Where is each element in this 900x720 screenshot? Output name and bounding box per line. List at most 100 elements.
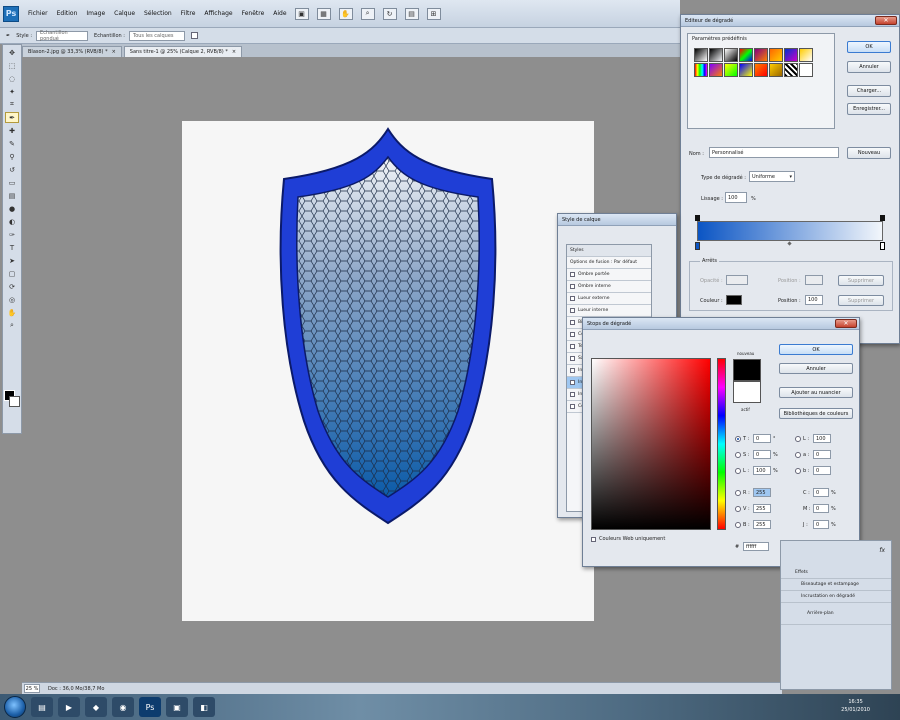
saturation-brightness-field[interactable]: [591, 358, 711, 530]
name-input[interactable]: Personnalisé: [709, 147, 839, 158]
cancel-button[interactable]: Annuler: [779, 363, 853, 374]
style-item[interactable]: Ombre portée: [567, 269, 651, 281]
ok-button[interactable]: OK: [779, 344, 853, 355]
red-input[interactable]: 255: [753, 488, 771, 497]
menu-edition[interactable]: Edition: [57, 10, 78, 17]
blur-tool-icon[interactable]: ●: [5, 203, 19, 214]
eyedropper-icon[interactable]: ✒: [6, 33, 10, 39]
close-icon[interactable]: ✕: [875, 16, 897, 25]
zoom-field[interactable]: 25 %: [24, 684, 40, 693]
checkbox[interactable]: [570, 380, 575, 385]
checkbox[interactable]: [570, 368, 575, 373]
midpoint-marker[interactable]: [787, 241, 792, 246]
gradient-preset[interactable]: [784, 48, 798, 62]
gradient-preset[interactable]: [709, 63, 723, 77]
green-input[interactable]: 255: [753, 504, 771, 513]
lab-a-input[interactable]: 0: [813, 450, 831, 459]
add-swatch-button[interactable]: Ajouter au nuancier: [779, 387, 853, 398]
menu-filtre[interactable]: Filtre: [181, 10, 196, 17]
eraser-tool-icon[interactable]: ▭: [5, 177, 19, 188]
brightness-input[interactable]: 100: [753, 466, 771, 475]
cancel-button[interactable]: Annuler: [847, 61, 891, 73]
checkbox[interactable]: [570, 284, 575, 289]
crop-tool-icon[interactable]: ⌗: [5, 99, 19, 110]
gradient-preset[interactable]: [769, 48, 783, 62]
gradient-preset[interactable]: [754, 48, 768, 62]
gradient-preset[interactable]: [694, 63, 708, 77]
current-color-preview[interactable]: [733, 381, 761, 403]
sample-ring-checkbox[interactable]: [191, 32, 198, 39]
close-icon[interactable]: ×: [232, 49, 236, 55]
path-select-icon[interactable]: ➤: [5, 255, 19, 266]
blue-input[interactable]: 255: [753, 520, 771, 529]
style-item[interactable]: Ombre interne: [567, 281, 651, 293]
tab-blason[interactable]: Blason-2.jpg @ 33,3% (RVB/8) * ×: [22, 46, 122, 57]
ok-button[interactable]: OK: [847, 41, 891, 53]
gradient-preset[interactable]: [739, 48, 753, 62]
media-player-icon[interactable]: ▶: [58, 697, 80, 717]
yellow-input[interactable]: 0: [813, 520, 829, 529]
healing-brush-icon[interactable]: ✚: [5, 125, 19, 136]
hue-input[interactable]: 0: [753, 434, 771, 443]
menu-image[interactable]: Image: [86, 10, 105, 17]
style-select[interactable]: Echantillon pondué: [36, 30, 89, 42]
photoshop-logo[interactable]: Ps: [3, 5, 19, 22]
checkbox[interactable]: [570, 272, 575, 277]
folder-icon[interactable]: ▤: [31, 697, 53, 717]
magenta-input[interactable]: 0: [813, 504, 829, 513]
photoshop-icon[interactable]: Ps: [139, 697, 161, 717]
color-libraries-button[interactable]: Bibliothèques de couleurs: [779, 408, 853, 419]
color-pos-input[interactable]: 100: [805, 295, 823, 305]
lab-b-radio[interactable]: [795, 467, 801, 474]
gradient-bar[interactable]: [697, 221, 883, 241]
cyan-input[interactable]: 0: [813, 488, 829, 497]
eyedropper-tool-icon[interactable]: ✒: [5, 112, 19, 123]
red-radio[interactable]: [735, 489, 741, 496]
chrome-icon[interactable]: ◉: [112, 697, 134, 717]
clone-stamp-icon[interactable]: ⚲: [5, 151, 19, 162]
brush-tool-icon[interactable]: ✎: [5, 138, 19, 149]
shield-icon[interactable]: ◆: [85, 697, 107, 717]
menu-fichier[interactable]: Fichier: [28, 10, 48, 17]
layer-row[interactable]: Incrustation en dégradé: [781, 591, 891, 603]
gradient-preset[interactable]: [769, 63, 783, 77]
smooth-input[interactable]: 100: [725, 192, 747, 203]
start-button-icon[interactable]: [4, 696, 26, 718]
fx-icon[interactable]: fx: [879, 547, 885, 554]
layer-row-background[interactable]: Arrière-plan: [781, 603, 891, 625]
web-only-checkbox[interactable]: [591, 536, 596, 542]
bridge-icon[interactable]: ▣: [294, 7, 309, 20]
close-icon[interactable]: ✕: [835, 319, 857, 328]
menu-aide[interactable]: Aide: [273, 10, 286, 17]
lab-l-radio[interactable]: [795, 435, 801, 442]
blend-options-item[interactable]: Options de fusion : Par défaut: [567, 257, 651, 269]
checkbox[interactable]: [570, 356, 575, 361]
hue-radio[interactable]: [735, 435, 741, 442]
styles-header[interactable]: Styles: [567, 245, 651, 257]
minibridge-icon[interactable]: ▦: [316, 7, 331, 20]
gradient-preset[interactable]: [694, 48, 708, 62]
gradient-preset[interactable]: [739, 63, 753, 77]
saturation-radio[interactable]: [735, 451, 741, 458]
type-tool-icon[interactable]: T: [5, 242, 19, 253]
gradient-tool-icon[interactable]: ▤: [5, 190, 19, 201]
document-canvas[interactable]: [182, 121, 594, 621]
clock[interactable]: 16:35 25/01/2010: [841, 698, 870, 714]
history-brush-icon[interactable]: ↺: [5, 164, 19, 175]
menu-calque[interactable]: Calque: [114, 10, 135, 17]
gradient-preset[interactable]: [799, 48, 813, 62]
layer-row[interactable]: Effets: [781, 567, 891, 579]
gradient-preset[interactable]: [784, 63, 798, 77]
marquee-tool-icon[interactable]: ⬚: [5, 60, 19, 71]
3d-camera-icon[interactable]: ◎: [5, 294, 19, 305]
background-color-swatch[interactable]: [9, 396, 20, 407]
style-item[interactable]: Lueur interne: [567, 305, 651, 317]
zoom-tool-icon[interactable]: ⌕: [5, 320, 19, 331]
gradient-preset[interactable]: [724, 63, 738, 77]
app-icon[interactable]: ◧: [193, 697, 215, 717]
close-icon[interactable]: ×: [112, 49, 116, 55]
gradient-preset[interactable]: [799, 63, 813, 77]
checkbox[interactable]: [570, 308, 575, 313]
3d-rotate-icon[interactable]: ⟳: [5, 281, 19, 292]
menu-selection[interactable]: Sélection: [144, 10, 172, 17]
